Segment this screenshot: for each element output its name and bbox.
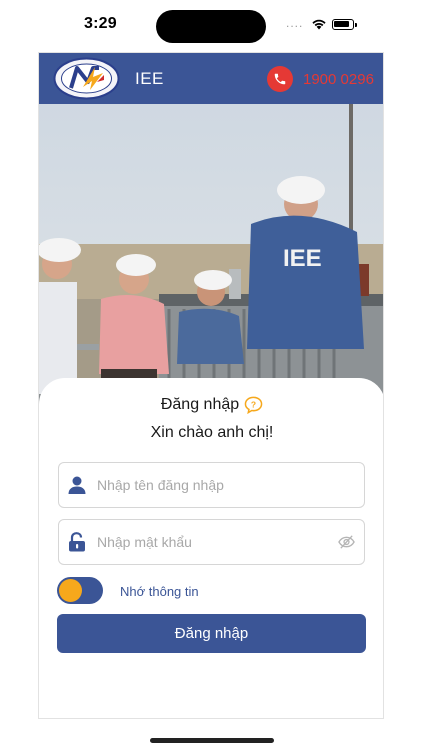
svg-text:?: ? [251, 399, 256, 409]
help-chat-icon[interactable]: ? [244, 396, 263, 414]
wifi-icon [312, 19, 326, 30]
greeting-text: Xin chào anh chị! [150, 424, 274, 441]
hotline-number: 1900 0296 [303, 70, 374, 88]
password-input[interactable] [97, 520, 327, 564]
eye-off-icon[interactable] [338, 534, 355, 550]
battery-icon [332, 19, 357, 30]
app-name: IEE [135, 69, 164, 88]
signal-dots: .... [286, 16, 304, 30]
login-screen: 3:29 .... IEE 1900 0296 IEE Đăng nhập ? … [0, 0, 422, 750]
username-input[interactable] [97, 463, 327, 507]
unlock-icon [69, 532, 85, 552]
status-bar: 3:29 .... [0, 0, 422, 52]
login-card: Đăng nhập ? Xin chào anh chị! Nhập tên đ… [39, 378, 383, 718]
hotline-link[interactable]: 1900 0296 [267, 65, 374, 93]
status-time: 3:29 [84, 15, 117, 32]
app-header: IEE 1900 0296 [39, 53, 383, 104]
remember-label[interactable]: Nhớ thông tin [120, 584, 199, 599]
toggle-knob [59, 579, 82, 602]
home-indicator[interactable] [150, 738, 274, 743]
hero-photo: IEE [39, 104, 383, 404]
login-button[interactable]: Đăng nhập [57, 614, 366, 653]
remember-toggle[interactable] [57, 577, 103, 604]
username-field [58, 462, 365, 508]
phone-icon [267, 66, 293, 92]
login-title: Đăng nhập [160, 396, 240, 413]
user-icon [68, 476, 86, 494]
shirt-text: IEE [283, 245, 322, 272]
company-logo [53, 57, 120, 100]
hero-photo-image: IEE [39, 104, 383, 404]
dynamic-island [156, 10, 266, 43]
app-frame: IEE 1900 0296 IEE Đăng nhập ? Xin chào a… [38, 52, 384, 719]
login-title-row: Đăng nhập ? [39, 396, 383, 414]
password-field [58, 519, 365, 565]
